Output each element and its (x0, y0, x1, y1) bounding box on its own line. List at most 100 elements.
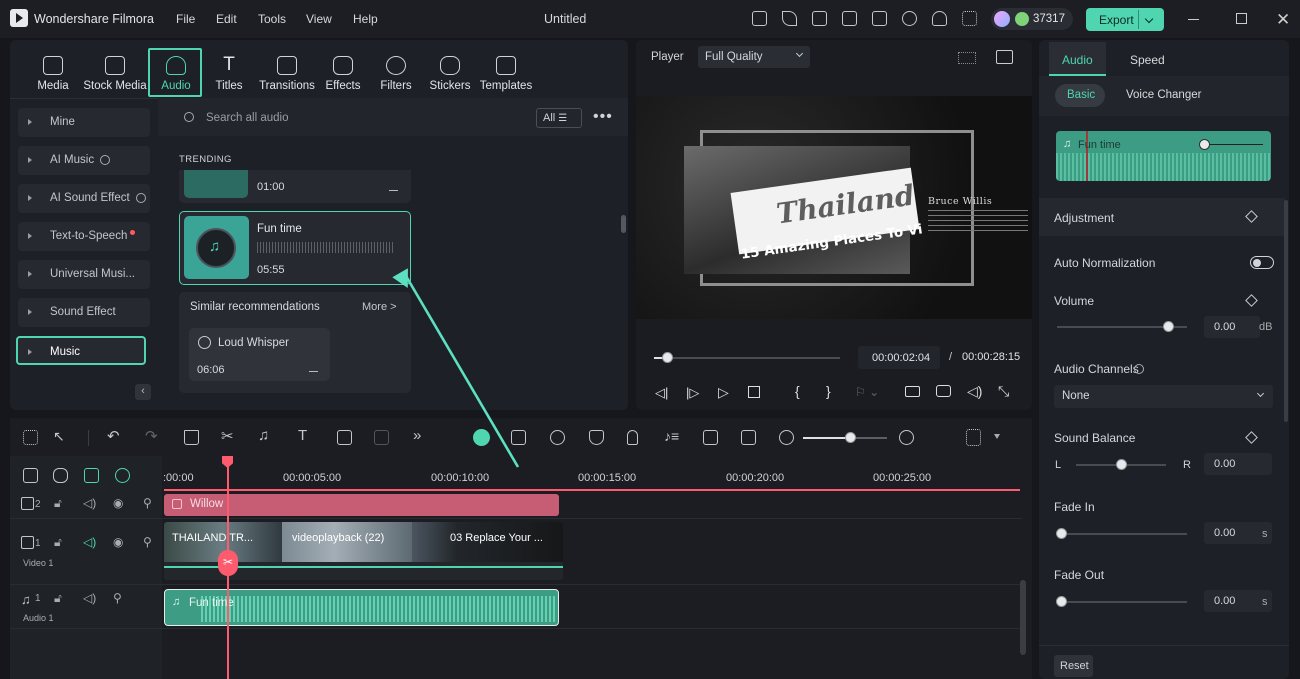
speaker-icon[interactable]: ◁) (83, 496, 96, 510)
fit-icon[interactable] (741, 430, 756, 445)
lock-icon[interactable]: 🔓︎ (54, 591, 62, 606)
auto-normalization-toggle[interactable] (1250, 256, 1274, 269)
eye-icon[interactable]: ◉ (113, 496, 123, 510)
lock-icon[interactable]: 🔓︎ (54, 496, 62, 511)
collapse-sidebar-button[interactable]: ‹ (135, 384, 151, 400)
split-icon[interactable]: ✂ (221, 427, 236, 445)
subtab-voice-changer[interactable]: Voice Changer (1126, 89, 1201, 101)
subtab-basic[interactable]: Basic (1055, 84, 1105, 107)
fullscreen-icon[interactable]: ⤡ (998, 383, 1009, 400)
fade-in-knob[interactable] (1056, 528, 1067, 539)
eye-icon[interactable]: ◉ (113, 535, 123, 549)
ai-tool-icon[interactable]: ⚲ (143, 535, 152, 549)
magnet-icon[interactable] (115, 468, 130, 483)
category-sound-effect[interactable]: Sound Effect (18, 298, 150, 327)
track-settings-icon[interactable] (966, 429, 981, 446)
marker-icon[interactable]: ⚐ ⌄ (855, 385, 879, 399)
snap-icon[interactable] (84, 468, 99, 483)
inspector-scrollbar[interactable] (1284, 200, 1288, 422)
ai-tool-icon[interactable] (374, 430, 389, 445)
menu-help[interactable]: Help (353, 12, 378, 26)
tab-stickers[interactable]: Stickers (423, 56, 477, 92)
scene-detect-icon[interactable] (703, 430, 718, 445)
add-track-icon[interactable] (23, 468, 38, 483)
category-music[interactable]: Music (16, 336, 146, 365)
shield-icon[interactable] (589, 430, 604, 445)
zoom-knob[interactable] (845, 432, 856, 443)
audio-waveform-card[interactable]: ♫ Fun time (1056, 131, 1271, 181)
playback-progress[interactable] (654, 357, 840, 359)
next-frame-icon[interactable]: |▷ (686, 385, 699, 401)
audio-item-prev[interactable]: 01:00 (179, 170, 411, 203)
tab-media[interactable]: Media (26, 56, 80, 92)
maximize-icon[interactable] (1236, 13, 1247, 24)
lock-icon[interactable]: 🔓︎ (54, 535, 62, 550)
search-input[interactable]: Search all audio (206, 112, 288, 124)
play-icon[interactable] (198, 336, 211, 349)
playback-knob[interactable] (662, 352, 674, 363)
tab-titles[interactable]: T Titles (202, 55, 256, 92)
stop-icon[interactable] (748, 386, 760, 398)
fade-in-slider[interactable] (1061, 533, 1187, 535)
more-options-icon[interactable]: ••• (593, 108, 613, 126)
video-preview[interactable]: Thailand 15 Amazing Places To Vi Bruce W… (636, 96, 1032, 319)
grid-view-icon[interactable] (958, 52, 976, 64)
category-mine[interactable]: Mine (18, 108, 150, 137)
link-icon[interactable] (53, 468, 68, 483)
menu-view[interactable]: View (306, 12, 332, 26)
speaker-icon[interactable]: ◁) (83, 591, 96, 605)
balance-value[interactable]: 0.00 (1204, 453, 1272, 475)
menu-file[interactable]: File (176, 12, 195, 26)
close-icon[interactable]: ✕ (1276, 10, 1290, 30)
audio-clip[interactable]: ♫ Fun time (164, 589, 559, 626)
zoom-in-icon[interactable] (899, 430, 914, 445)
category-text-to-speech[interactable]: Text-to-Speech (18, 222, 150, 251)
audio-channels-select[interactable]: None (1054, 385, 1273, 408)
ai-tool-icon[interactable]: ⚲ (113, 591, 122, 605)
fade-out-knob[interactable] (1056, 596, 1067, 607)
crop-icon[interactable] (337, 430, 352, 445)
send-icon[interactable] (782, 11, 797, 26)
help-icon[interactable] (1134, 364, 1144, 374)
category-universal-music[interactable]: Universal Musi... (18, 260, 150, 289)
tab-audio[interactable]: Audio (149, 56, 203, 92)
volume-knob[interactable] (1162, 321, 1174, 332)
tab-transitions[interactable]: Transitions (256, 56, 318, 92)
export-button[interactable]: Export (1086, 8, 1164, 31)
credits-pill[interactable]: 37317 (991, 8, 1073, 30)
music-list-icon[interactable]: ♪≡ (664, 428, 679, 444)
fade-out-slider[interactable] (1061, 601, 1187, 603)
select-tool-icon[interactable]: ↖ (53, 428, 68, 444)
speed-icon[interactable] (550, 430, 565, 445)
speaker-muted-icon[interactable]: ◁) (83, 535, 96, 549)
text-tool-icon[interactable]: T (298, 427, 313, 444)
layout-icon[interactable] (23, 430, 38, 445)
current-time[interactable]: 00:00:02:04 (858, 346, 940, 369)
feedback-icon[interactable] (812, 11, 827, 26)
menu-tools[interactable]: Tools (258, 12, 286, 26)
minimize-icon[interactable] (1188, 19, 1199, 20)
play-icon[interactable]: ▷ (718, 384, 729, 401)
menu-edit[interactable]: Edit (216, 12, 237, 26)
display-icon[interactable] (905, 386, 920, 397)
microphone-icon[interactable] (627, 430, 638, 445)
split-scissors-icon[interactable]: ✂ (218, 550, 238, 576)
download-icon[interactable] (389, 180, 398, 191)
apps-grid-icon[interactable] (962, 11, 977, 26)
tab-audio-inspector[interactable]: Audio (1049, 42, 1106, 76)
cloud-upload-icon[interactable] (902, 11, 917, 26)
reset-button[interactable]: Reset (1054, 655, 1093, 677)
volume-value[interactable]: 0.00 (1204, 316, 1260, 338)
snapshot-view-icon[interactable] (996, 50, 1013, 64)
camera-icon[interactable] (936, 385, 951, 397)
category-ai-music[interactable]: AI Music (18, 146, 150, 175)
recommendation-item[interactable]: Loud Whisper 06:06 (189, 328, 330, 381)
monitor-icon[interactable] (842, 11, 857, 26)
tab-effects[interactable]: Effects (316, 56, 370, 92)
delete-icon[interactable] (184, 430, 199, 445)
title-clip[interactable]: Willow (164, 494, 559, 516)
mark-out-icon[interactable]: } (826, 383, 831, 399)
balance-knob[interactable] (1116, 459, 1127, 470)
speaker-icon[interactable]: ◁) (967, 383, 982, 400)
caret-down-icon[interactable] (994, 434, 1000, 439)
